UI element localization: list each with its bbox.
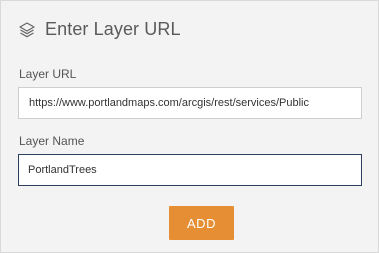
layers-icon	[18, 21, 36, 39]
panel-title: Enter Layer URL	[45, 19, 181, 39]
layer-name-label: Layer Name	[19, 134, 85, 148]
layer-url-input[interactable]	[18, 87, 362, 119]
panel-header: Enter Layer URL	[18, 19, 181, 40]
enter-layer-url-panel: Enter Layer URL Layer URL Layer Name ADD	[0, 0, 379, 253]
add-button[interactable]: ADD	[169, 206, 234, 240]
layer-name-input[interactable]	[18, 154, 362, 186]
layer-url-label: Layer URL	[19, 67, 77, 81]
